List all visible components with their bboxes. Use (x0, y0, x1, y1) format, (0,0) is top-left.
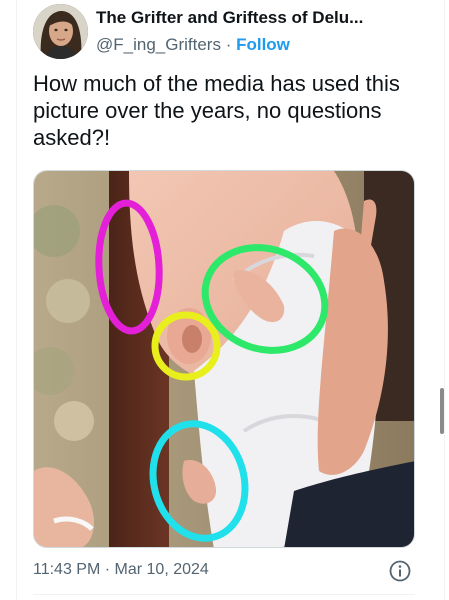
author-handle[interactable]: @F_ing_Grifters (96, 35, 221, 54)
divider (33, 594, 415, 595)
tweet-timestamp[interactable]: 11:43 PM · Mar 10, 2024 (33, 561, 209, 579)
tweet-text: How much of the media has used this pict… (33, 71, 400, 150)
author-handle-line: @F_ing_Grifters · Follow (96, 35, 363, 55)
author-display-name[interactable]: The Grifter and Griftess of Delu... (96, 8, 363, 28)
timeline-left-border (16, 0, 17, 600)
tweet-header: The Grifter and Griftess of Delu... @F_i… (33, 4, 433, 62)
follow-button[interactable]: Follow (236, 35, 290, 54)
handle-separator: · (220, 35, 237, 54)
tweet-media-photo[interactable] (33, 170, 415, 548)
avatar[interactable] (33, 4, 88, 59)
scrollbar-thumb[interactable] (440, 388, 444, 434)
timeline-right-border (444, 0, 445, 600)
info-icon[interactable] (389, 560, 411, 582)
